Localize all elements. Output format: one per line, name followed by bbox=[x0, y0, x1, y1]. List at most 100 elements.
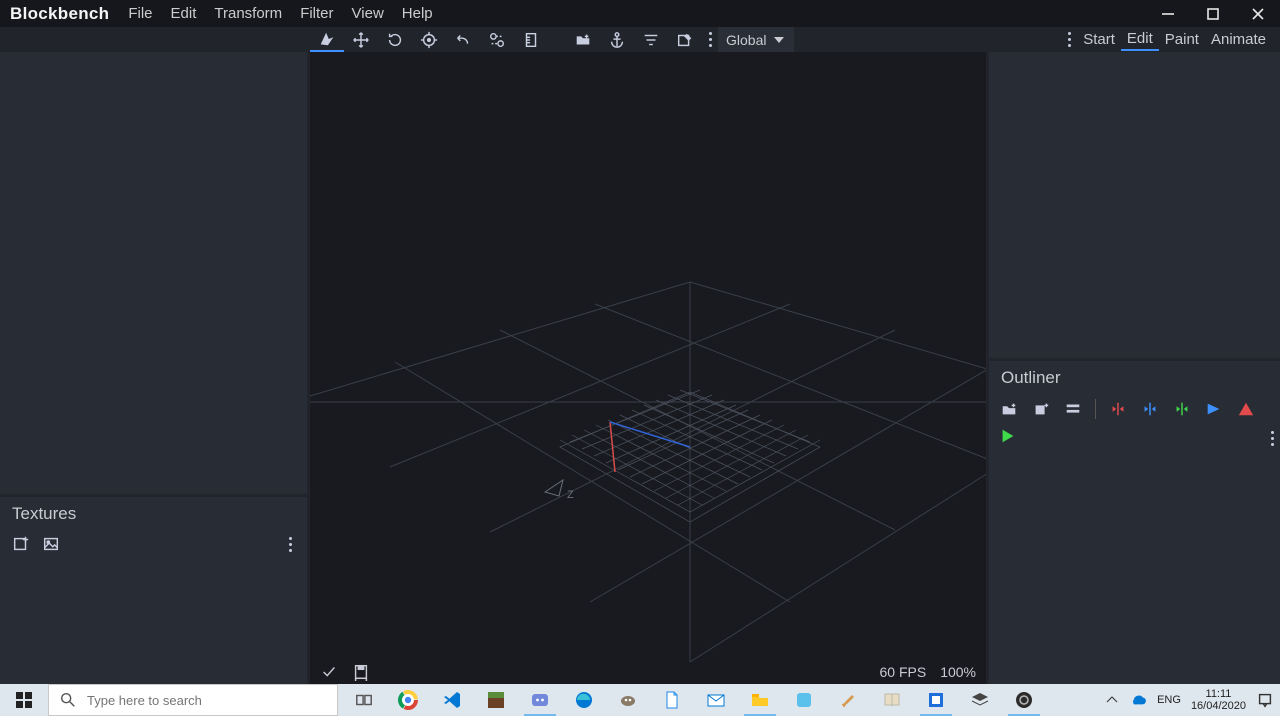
notifications-icon[interactable] bbox=[1256, 691, 1274, 709]
outliner-overflow[interactable] bbox=[1271, 431, 1274, 446]
transform-space-label: Global bbox=[726, 32, 766, 48]
menu-filter[interactable]: Filter bbox=[291, 2, 342, 25]
taskbar-search[interactable] bbox=[48, 684, 338, 716]
outliner-play-button[interactable] bbox=[999, 427, 1017, 450]
taskbar-app-minecraft[interactable] bbox=[474, 684, 518, 716]
menu-file[interactable]: File bbox=[119, 2, 161, 25]
dots-vertical-icon bbox=[709, 32, 712, 47]
outliner-warning-button[interactable] bbox=[1236, 399, 1256, 419]
tool-edit[interactable] bbox=[668, 27, 702, 52]
undo-icon bbox=[454, 31, 472, 49]
folder-icon bbox=[750, 690, 770, 710]
taskbar-app-mail[interactable] bbox=[694, 684, 738, 716]
outliner-add-cube-button[interactable] bbox=[1031, 399, 1051, 419]
mode-edit[interactable]: Edit bbox=[1121, 28, 1159, 51]
tray-lang[interactable]: ENG bbox=[1157, 694, 1181, 706]
tool-rotate[interactable] bbox=[378, 27, 412, 52]
left-panel: Textures bbox=[0, 52, 310, 684]
outliner-mirror-x-button[interactable] bbox=[1108, 399, 1128, 419]
taskbar-app-edge[interactable] bbox=[562, 684, 606, 716]
vscode-icon bbox=[442, 690, 462, 710]
menu-edit[interactable]: Edit bbox=[162, 2, 206, 25]
outliner-mirror-y-button[interactable] bbox=[1140, 399, 1160, 419]
book-icon bbox=[882, 690, 902, 710]
taskbar-app-taskview[interactable] bbox=[342, 684, 386, 716]
window-controls bbox=[1145, 0, 1280, 27]
taskbar-app-vscode[interactable] bbox=[430, 684, 474, 716]
taskbar-app-generic1[interactable] bbox=[782, 684, 826, 716]
status-zoom: 100% bbox=[940, 664, 976, 680]
title-bar: Blockbench File Edit Transform Filter Vi… bbox=[0, 0, 1280, 27]
taskbar-app-book[interactable] bbox=[870, 684, 914, 716]
tool-filter[interactable] bbox=[634, 27, 668, 52]
taskbar-app-explorer[interactable] bbox=[738, 684, 782, 716]
toolbar-overflow[interactable] bbox=[702, 27, 718, 52]
outliner-toolbar-row2 bbox=[989, 423, 1280, 454]
play-icon bbox=[999, 427, 1017, 445]
textures-import-button[interactable] bbox=[10, 533, 32, 555]
window-maximize-button[interactable] bbox=[1190, 0, 1235, 27]
edge-icon bbox=[574, 690, 594, 710]
taskbar-app-chrome[interactable] bbox=[386, 684, 430, 716]
mode-switcher: Start Edit Paint Animate bbox=[1061, 27, 1280, 52]
app-icon bbox=[794, 690, 814, 710]
tray-time: 11:11 bbox=[1191, 688, 1246, 700]
taskview-icon bbox=[355, 691, 373, 709]
tray-date: 16/04/2020 bbox=[1191, 700, 1246, 712]
tool-move[interactable] bbox=[310, 27, 344, 52]
tool-vertex-snap[interactable] bbox=[446, 27, 480, 52]
menu-help[interactable]: Help bbox=[393, 2, 442, 25]
chevron-up-icon[interactable] bbox=[1105, 693, 1119, 707]
tool-pivot[interactable] bbox=[412, 27, 446, 52]
tool-anchor[interactable] bbox=[600, 27, 634, 52]
tool-swap[interactable] bbox=[480, 27, 514, 52]
right-panel: Outliner bbox=[986, 52, 1280, 684]
system-tray: ENG 11:11 16/04/2020 bbox=[1099, 684, 1280, 716]
mode-start[interactable]: Start bbox=[1077, 29, 1121, 50]
textures-overflow[interactable] bbox=[279, 533, 301, 555]
taskbar-search-input[interactable] bbox=[87, 693, 327, 708]
start-button[interactable] bbox=[0, 684, 48, 716]
layers-icon bbox=[970, 690, 990, 710]
viewport-3d[interactable]: Z bbox=[310, 52, 986, 684]
outliner-flag-button[interactable] bbox=[1204, 399, 1224, 419]
mode-paint[interactable]: Paint bbox=[1159, 29, 1205, 50]
menu-view[interactable]: View bbox=[343, 2, 393, 25]
menu-bar: File Edit Transform Filter View Help bbox=[119, 2, 441, 25]
move-arrows-icon bbox=[352, 31, 370, 49]
chrome-icon bbox=[398, 690, 418, 710]
outliner-mirror-z-button[interactable] bbox=[1172, 399, 1192, 419]
save-icon[interactable] bbox=[352, 663, 370, 681]
textures-create-button[interactable] bbox=[40, 533, 62, 555]
tool-resize[interactable] bbox=[344, 27, 378, 52]
transform-space-dropdown[interactable]: Global bbox=[718, 27, 794, 52]
taskbar-app-gimp[interactable] bbox=[606, 684, 650, 716]
onedrive-icon[interactable] bbox=[1129, 691, 1147, 709]
textures-toolbar bbox=[0, 531, 307, 557]
taskbar-app-obs[interactable] bbox=[1002, 684, 1046, 716]
menu-transform[interactable]: Transform bbox=[205, 2, 291, 25]
chevron-down-icon bbox=[772, 33, 786, 47]
anchor-icon bbox=[608, 31, 626, 49]
textures-panel-title: Textures bbox=[0, 497, 307, 531]
outliner-add-group-button[interactable] bbox=[999, 399, 1019, 419]
taskbar-app-notepad[interactable] bbox=[650, 684, 694, 716]
ruler-icon bbox=[522, 31, 540, 49]
taskbar-app-vm[interactable] bbox=[958, 684, 1002, 716]
tray-clock[interactable]: 11:11 16/04/2020 bbox=[1191, 688, 1246, 712]
outliner-toolbar bbox=[989, 395, 1280, 423]
mode-animate[interactable]: Animate bbox=[1205, 29, 1272, 50]
folder-plus-icon bbox=[574, 31, 592, 49]
tool-display[interactable] bbox=[514, 27, 548, 52]
tool-add-cube[interactable] bbox=[566, 27, 600, 52]
window-minimize-button[interactable] bbox=[1145, 0, 1190, 27]
taskbar-app-discord[interactable] bbox=[518, 684, 562, 716]
status-bar: 60 FPS 100% bbox=[310, 660, 986, 684]
window-close-button[interactable] bbox=[1235, 0, 1280, 27]
windows-taskbar: ENG 11:11 16/04/2020 bbox=[0, 684, 1280, 716]
mode-overflow[interactable] bbox=[1061, 27, 1077, 52]
taskbar-app-blockbench[interactable] bbox=[914, 684, 958, 716]
outliner-toggle-button[interactable] bbox=[1063, 399, 1083, 419]
dots-vertical-icon bbox=[1271, 431, 1274, 446]
taskbar-app-paint[interactable] bbox=[826, 684, 870, 716]
